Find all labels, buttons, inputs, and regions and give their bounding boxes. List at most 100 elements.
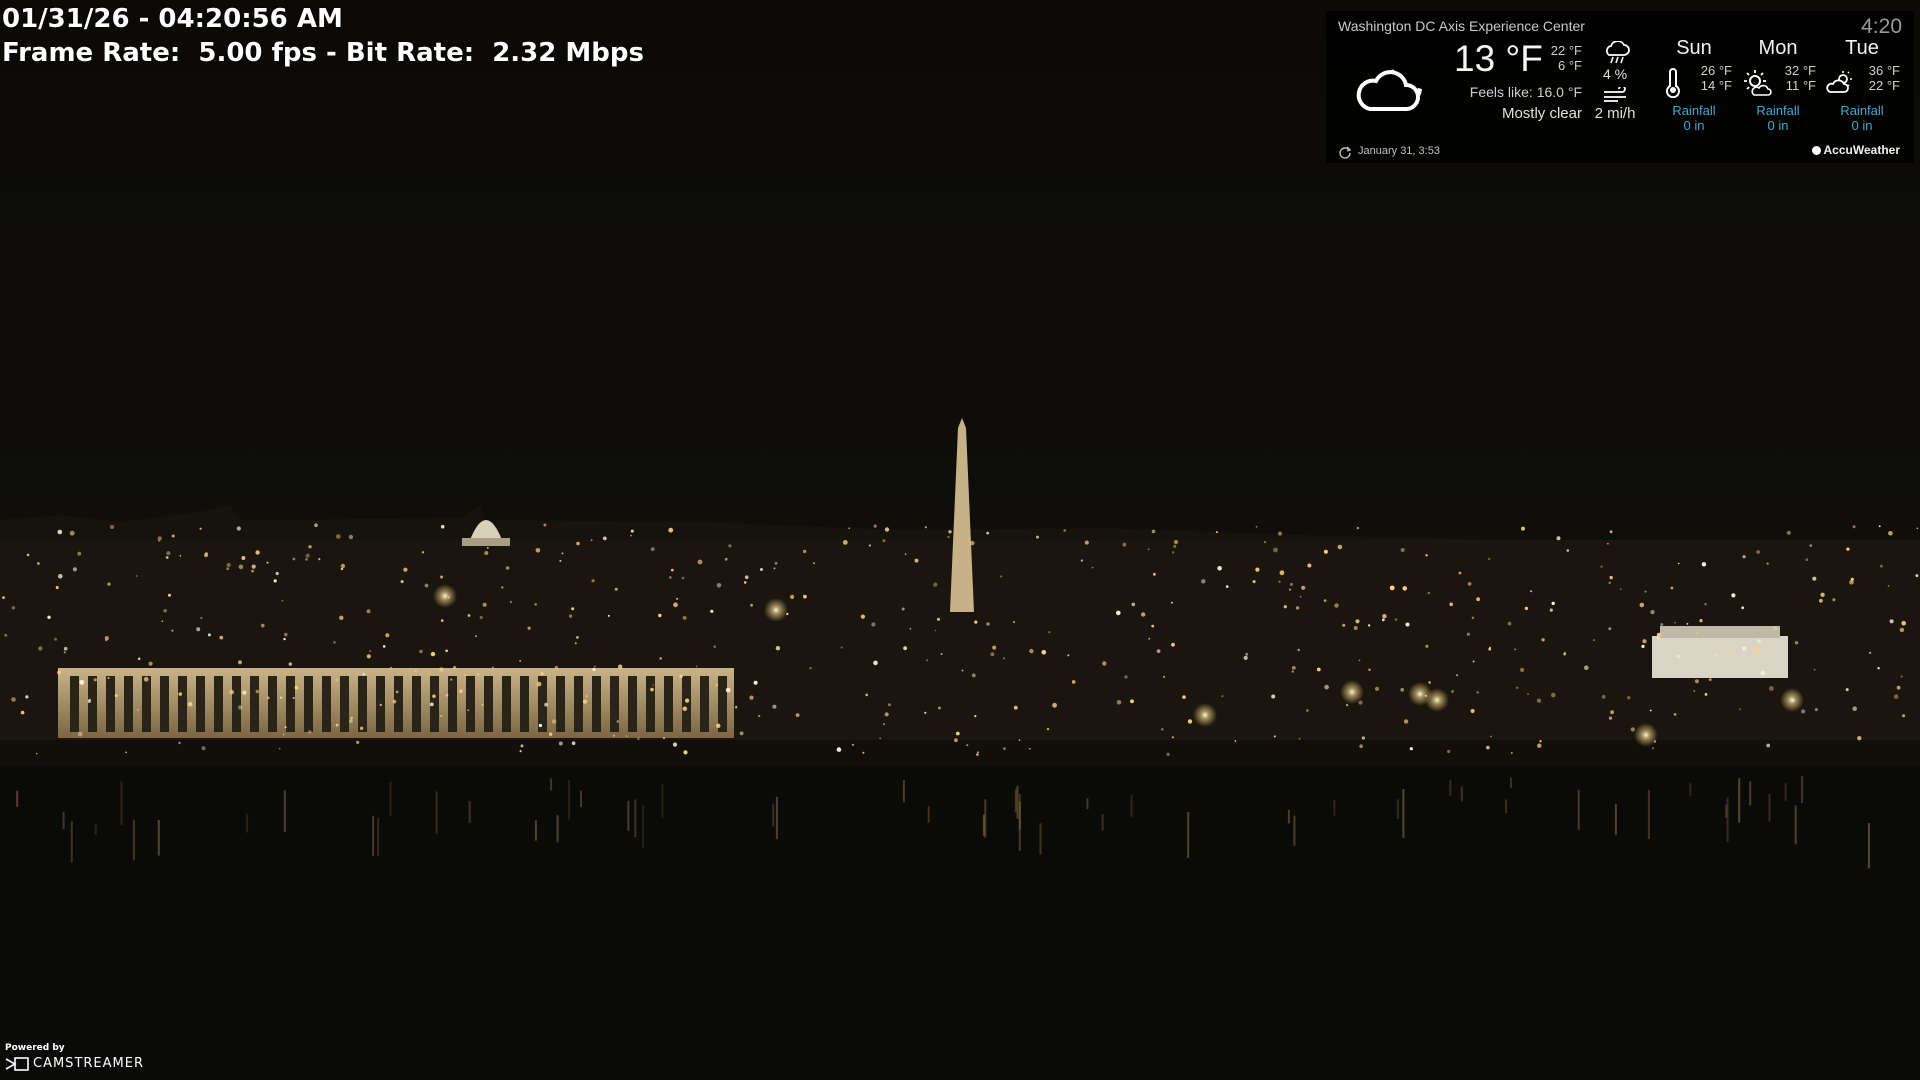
- city-light: [977, 751, 979, 753]
- refresh-icon[interactable]: [1338, 145, 1352, 159]
- city-light: [38, 646, 43, 651]
- kennedy-window: [142, 676, 151, 732]
- city-light: [63, 651, 66, 654]
- city-light: [20, 710, 25, 715]
- kennedy-window: [646, 676, 655, 732]
- city-light: [1610, 710, 1614, 715]
- city-light: [848, 527, 850, 529]
- city-light: [1147, 548, 1150, 551]
- city-light: [148, 661, 153, 666]
- city-light: [1916, 527, 1919, 530]
- city-light: [1451, 690, 1454, 693]
- city-light: [802, 549, 807, 554]
- city-light: [284, 726, 287, 729]
- city-light: [903, 646, 907, 651]
- city-light: [1148, 637, 1151, 640]
- city-light: [356, 740, 360, 745]
- city-light: [284, 632, 288, 637]
- city-light: [196, 627, 201, 632]
- city-light: [1173, 544, 1177, 548]
- city-light: [1316, 667, 1321, 672]
- city-light: [1389, 585, 1395, 591]
- city-light: [179, 555, 182, 557]
- city-light: [251, 569, 254, 573]
- city-light: [280, 696, 283, 699]
- forecast-low: 22 °F: [1868, 78, 1900, 93]
- city-light: [459, 689, 463, 693]
- city-light: [1355, 619, 1360, 624]
- city-light: [1896, 685, 1901, 690]
- sun-cloud-icon: [1744, 70, 1772, 96]
- city-light: [1609, 530, 1613, 534]
- city-light: [1217, 566, 1222, 571]
- city-light: [1425, 554, 1428, 557]
- city-light: [1297, 648, 1300, 652]
- light-reflection: [1287, 810, 1290, 824]
- city-light: [659, 657, 662, 660]
- forecast-low: 14 °F: [1700, 78, 1732, 93]
- kennedy-window: [556, 676, 565, 732]
- city-light: [1353, 626, 1358, 630]
- city-light: [1166, 752, 1170, 757]
- city-light: [1814, 708, 1818, 712]
- city-light: [77, 551, 82, 556]
- city-light: [395, 690, 399, 694]
- city-light: [1458, 571, 1462, 575]
- city-light: [1877, 667, 1880, 670]
- city-light: [349, 719, 353, 723]
- city-light: [758, 714, 761, 718]
- kennedy-window: [160, 676, 169, 732]
- city-light: [199, 527, 202, 530]
- city-light: [947, 535, 950, 539]
- city-light: [1124, 675, 1128, 679]
- forecast-day-name: Sun: [1676, 37, 1712, 59]
- city-light: [1609, 575, 1613, 580]
- city-light: [1754, 648, 1759, 653]
- partly-cloudy-night-icon: [1356, 69, 1422, 111]
- forecast-high-low: 26 °F 14 °F: [1690, 63, 1732, 93]
- city-light: [219, 635, 224, 640]
- kennedy-window: [502, 676, 511, 732]
- kennedy-window: [466, 676, 475, 732]
- city-light: [200, 616, 203, 620]
- city-light: [440, 524, 445, 529]
- city-light: [1650, 610, 1655, 615]
- light-reflection: [132, 819, 135, 861]
- city-light: [385, 633, 390, 638]
- city-light: [681, 576, 685, 580]
- city-light: [1756, 550, 1760, 554]
- city-light: [672, 742, 678, 747]
- bright-light: [1780, 688, 1804, 712]
- light-reflection: [1725, 804, 1728, 818]
- city-light: [241, 556, 246, 560]
- city-light: [1766, 562, 1769, 565]
- precipitation: 4 %: [1602, 66, 1628, 82]
- city-light: [1425, 644, 1429, 648]
- city-light: [1524, 606, 1528, 611]
- city-light: [1447, 749, 1451, 754]
- city-light: [549, 732, 553, 736]
- city-light: [971, 673, 976, 678]
- city-light: [333, 641, 336, 644]
- city-light: [1832, 598, 1836, 602]
- city-light: [1708, 678, 1712, 681]
- city-light: [924, 526, 927, 529]
- city-light: [1273, 547, 1278, 553]
- city-light: [725, 687, 731, 693]
- city-light: [1556, 536, 1561, 541]
- city-light: [379, 703, 382, 707]
- city-light: [201, 746, 206, 751]
- city-light: [229, 689, 234, 695]
- light-reflection: [1505, 799, 1507, 814]
- city-light: [1520, 667, 1525, 673]
- city-light: [1521, 526, 1525, 531]
- provider-name: AccuWeather: [1823, 143, 1900, 157]
- city-light: [484, 551, 489, 555]
- light-reflection: [1101, 814, 1104, 831]
- stream-datetime: 01/31/26 - 04:20:56 AM: [2, 4, 343, 34]
- shoreline: [0, 740, 1920, 766]
- city-light: [419, 649, 423, 654]
- city-light: [734, 706, 738, 709]
- city-light: [715, 683, 719, 687]
- city-light: [868, 544, 872, 547]
